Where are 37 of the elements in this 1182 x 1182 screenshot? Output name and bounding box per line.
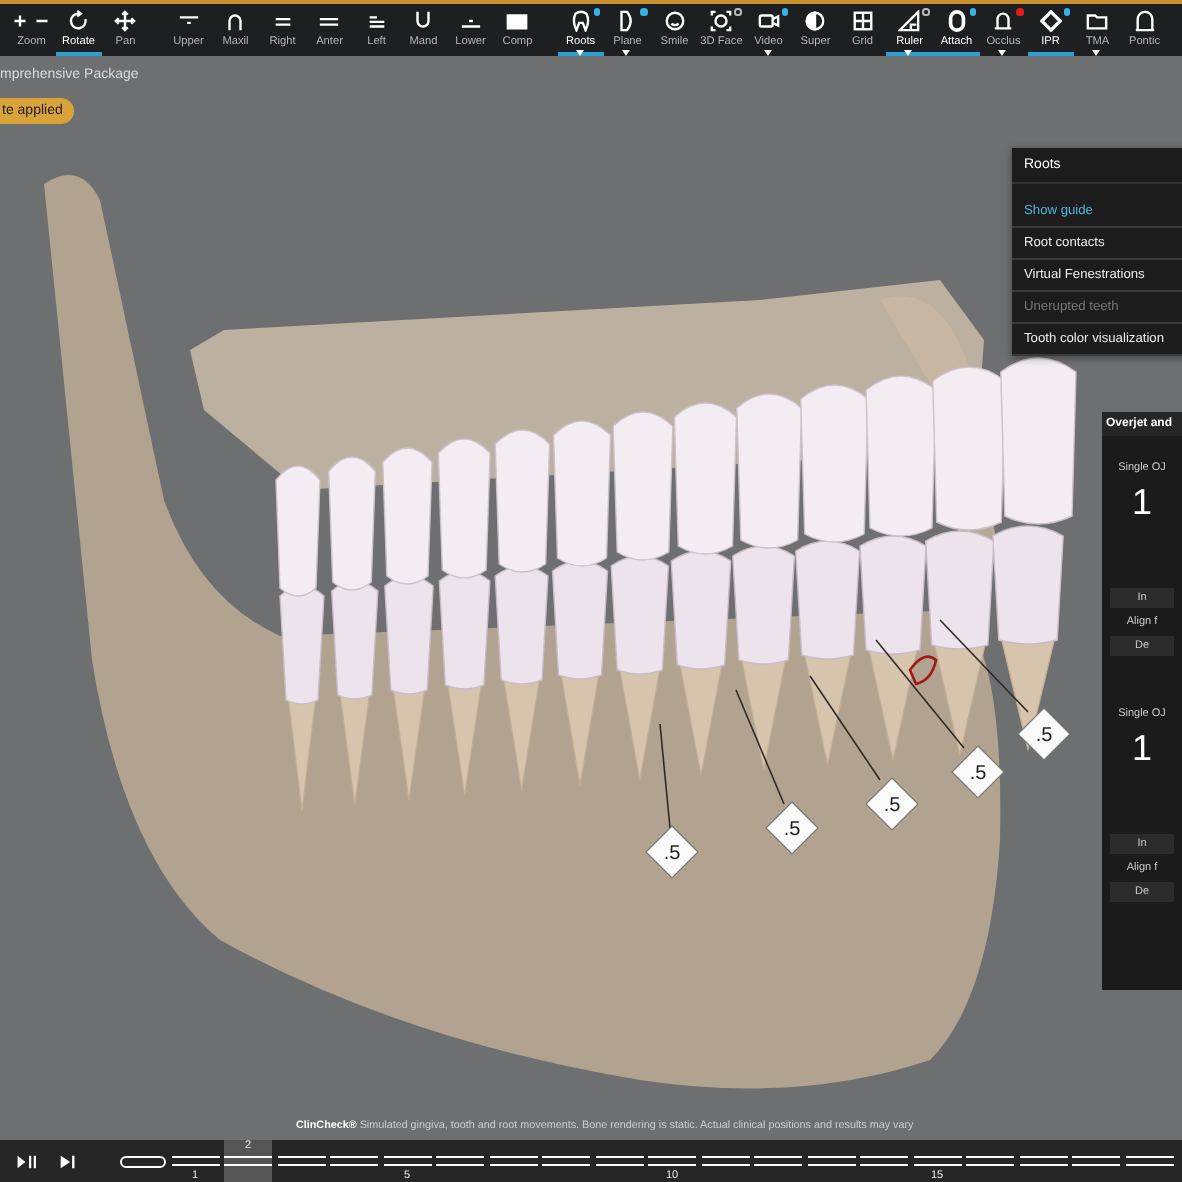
play-pause-icon[interactable]	[16, 1153, 38, 1169]
leader-line	[875, 639, 965, 749]
overjet-value: 1	[1131, 728, 1152, 770]
leader-line	[939, 619, 1029, 713]
camera-icon	[757, 10, 780, 32]
move-icon	[114, 10, 137, 32]
ipr-value-marker: .5	[865, 777, 919, 831]
tooth-icon	[569, 10, 592, 32]
stacked-lines-icon	[365, 10, 388, 32]
diamond-icon	[1039, 10, 1062, 32]
gum-outline-mark	[908, 655, 938, 686]
leader-line	[809, 675, 881, 781]
triangle-ruler-icon	[898, 10, 921, 32]
arch-icon	[224, 10, 247, 32]
u-shape-icon	[412, 10, 435, 32]
leader-line	[735, 689, 785, 805]
zero-icon	[945, 10, 968, 32]
half-circle-icon	[804, 10, 827, 32]
upper-tooth-drawing	[494, 429, 551, 573]
folder-icon	[1086, 10, 1109, 32]
overjet-value: 1	[1131, 482, 1152, 524]
ipr-value-marker: .5	[765, 801, 819, 855]
upper-tooth-drawing	[328, 456, 376, 591]
ipr-value-marker: .5	[951, 745, 1005, 799]
upper-tooth-drawing	[437, 438, 491, 579]
ipr-value-marker: .5	[645, 825, 699, 879]
arch-icon	[1133, 10, 1156, 32]
ipr-value-marker: .5	[1017, 707, 1071, 761]
upper-tooth-drawing	[382, 447, 433, 585]
face-icon	[663, 10, 686, 32]
rotate-icon	[67, 10, 90, 32]
leader-line	[659, 723, 671, 829]
step-forward-icon[interactable]	[56, 1153, 78, 1169]
bell-icon	[992, 10, 1015, 32]
upper-tooth-drawing	[275, 465, 321, 597]
face-frame-icon	[710, 10, 733, 32]
plus-minus-icon	[12, 10, 51, 32]
